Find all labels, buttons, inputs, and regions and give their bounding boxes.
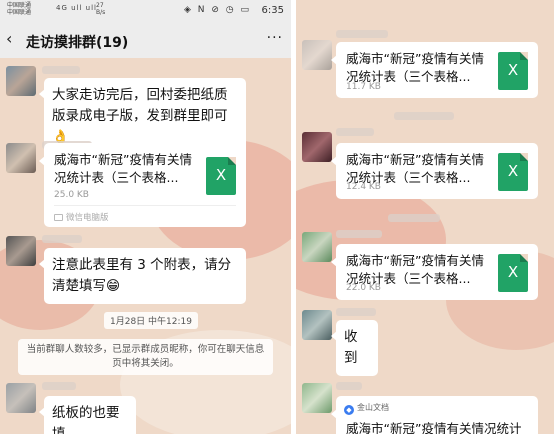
avatar[interactable] (302, 310, 332, 340)
kdocs-icon: ◆ (344, 405, 354, 415)
avatar[interactable] (302, 132, 332, 162)
file-name: 威海市“新冠”疫情有关情 况统计表（三个表格... (54, 152, 192, 185)
system-notice: 当前群聊人数较多，已显示群成员昵称，你可在聊天信息页中将其关闭。 (18, 339, 273, 375)
excel-file-icon: X (498, 52, 528, 90)
avatar[interactable] (6, 236, 36, 266)
file-message-card[interactable]: 威海市“新冠”疫情有关情 况统计表（三个表格... 22.0 KB X (331, 244, 538, 300)
file-source: 微信电脑版 (54, 211, 109, 223)
message-bubble[interactable]: 纸板的也要填 (39, 396, 136, 434)
more-options-icon[interactable]: ··· (267, 30, 283, 46)
avatar[interactable] (6, 383, 36, 413)
excel-file-icon: X (498, 254, 528, 292)
excel-file-icon: X (498, 153, 528, 191)
sender-name (388, 214, 440, 222)
signal-icon: 4G ull ull (56, 4, 97, 12)
avatar[interactable] (6, 143, 36, 173)
sender-name (42, 235, 82, 243)
chat-screen-left: 中国联通 中国联通 4G ull ull 27 B/s ◈ N ⊘ ◷ ▭ 6:… (0, 0, 291, 434)
status-bar: 中国联通 中国联通 4G ull ull 27 B/s ◈ N ⊘ ◷ ▭ 6:… (0, 0, 291, 22)
avatar[interactable] (302, 383, 332, 413)
file-message-card[interactable]: 威海市“新冠”疫情有关情 况统计表（三个表格... 11.7 KB X (331, 42, 538, 98)
sender-name (336, 382, 362, 390)
clock: 6:35 (261, 5, 284, 16)
status-icons: ◈ N ⊘ ◷ ▭ (184, 5, 251, 15)
chat-screen-right: 威海市“新冠”疫情有关情 况统计表（三个表格... 11.7 KB X 威海市“… (296, 0, 554, 434)
divider (54, 205, 236, 206)
avatar[interactable] (302, 232, 332, 262)
doc-title: 威海市“新冠”疫情有关情况统计 (346, 421, 522, 434)
file-size: 22.0 KB (346, 283, 381, 293)
avatar[interactable] (6, 66, 36, 96)
file-size: 25.0 KB (54, 190, 89, 200)
avatar[interactable] (302, 40, 332, 70)
doc-source: ◆ 金山文档 (344, 402, 389, 415)
sender-name (42, 382, 76, 390)
message-bubble[interactable]: 收到 (331, 320, 378, 376)
file-name: 威海市“新冠”疫情有关情 况统计表（三个表格... (346, 51, 484, 84)
network-speed: 27 B/s (96, 2, 106, 16)
file-size: 11.7 KB (346, 82, 381, 92)
sender-name (336, 230, 382, 238)
file-message-card[interactable]: 威海市“新冠”疫情有关情 况统计表（三个表格... 25.0 KB X 微信电脑… (39, 143, 246, 227)
sender-name (336, 308, 376, 316)
back-arrow-icon[interactable]: ‹ (6, 30, 22, 48)
carrier-label: 中国联通 中国联通 (7, 2, 32, 16)
file-size: 12.4 KB (346, 182, 381, 192)
excel-file-icon: X (206, 157, 236, 195)
doc-link-card[interactable]: ◆ 金山文档 威海市“新冠”疫情有关情况统计 (331, 396, 538, 434)
sender-name (336, 30, 388, 38)
sender-name (336, 128, 374, 136)
computer-icon (54, 214, 63, 221)
chat-title: 走访摸排群(19) (26, 35, 129, 51)
file-message-card[interactable]: 威海市“新冠”疫情有关情 况统计表（三个表格... 12.4 KB X (331, 143, 538, 199)
sender-name (394, 112, 454, 120)
timestamp: 1月28日 中午12:19 (104, 312, 198, 329)
chat-header: ‹ 走访摸排群(19) ··· (0, 22, 291, 58)
message-bubble[interactable]: 注意此表里有 3 个附表，请分清楚填写😁 (39, 248, 246, 304)
sender-name (42, 66, 80, 74)
